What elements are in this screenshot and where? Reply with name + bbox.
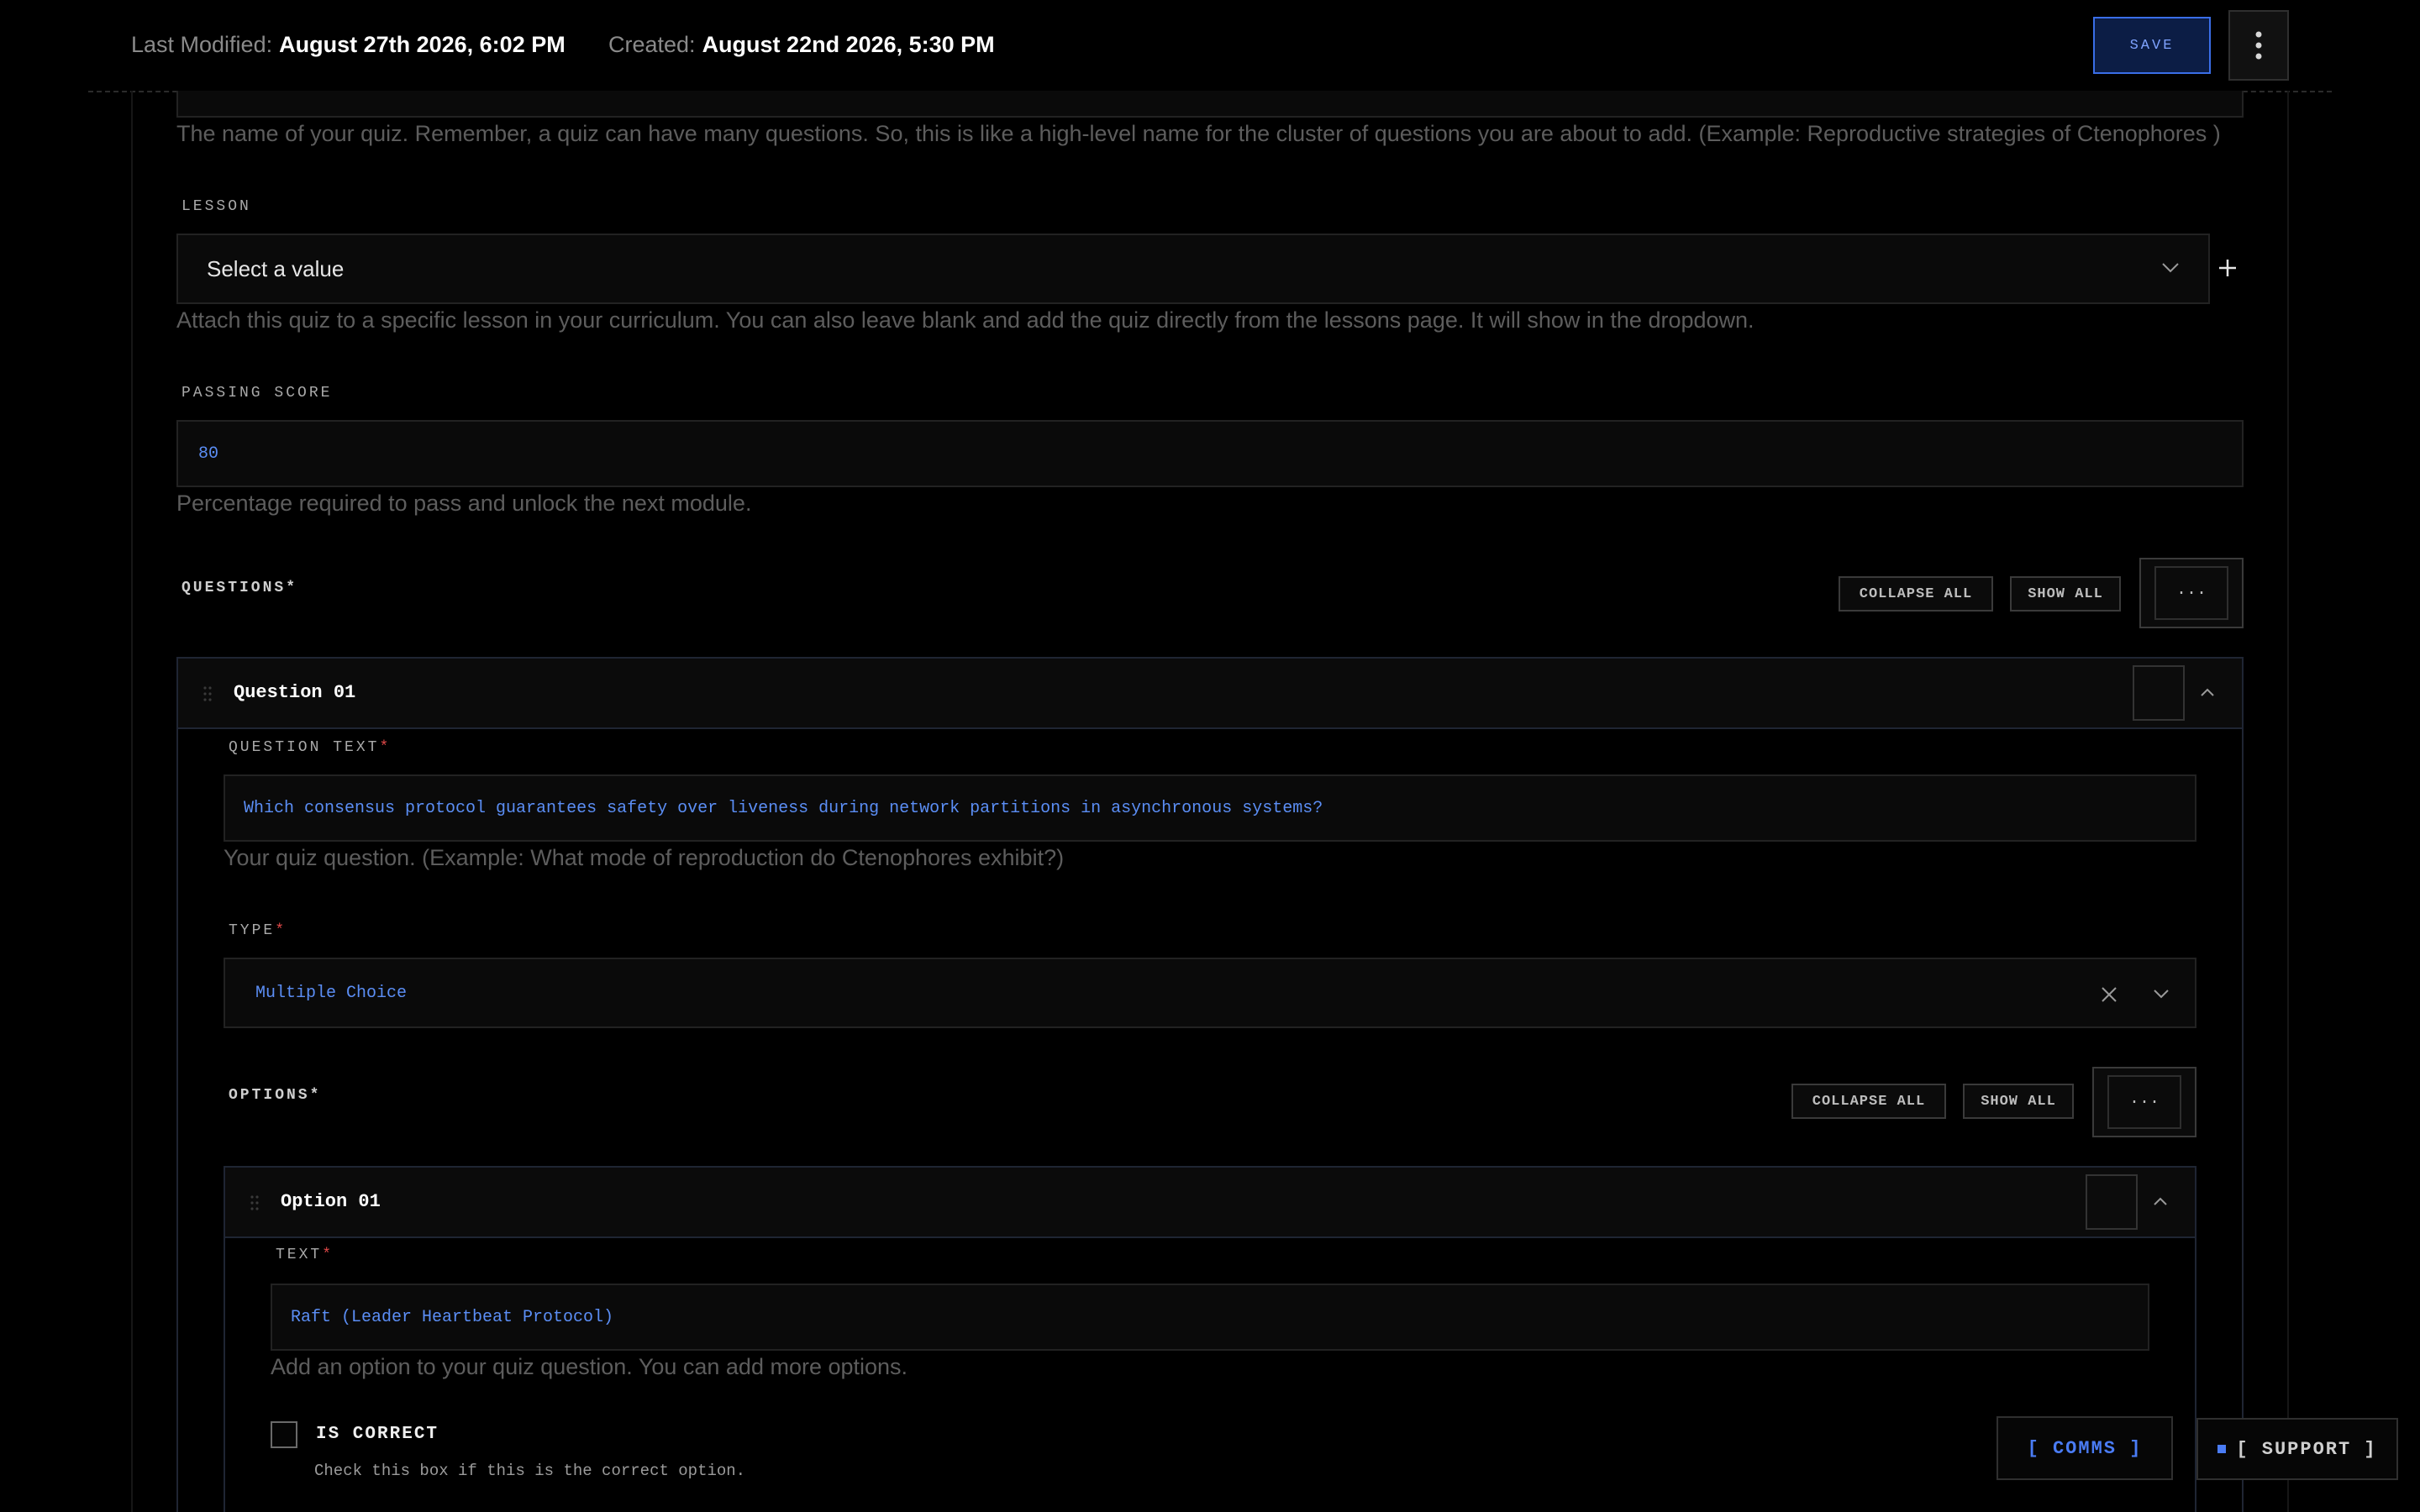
status-dot-icon	[2217, 1445, 2227, 1453]
drag-handle-icon[interactable]	[250, 1194, 259, 1211]
question-card-header[interactable]: Question 01	[176, 657, 2244, 729]
options-show-all-button[interactable]: SHOW ALL	[1963, 1084, 2074, 1119]
question-text-label: QUESTION TEXT*	[229, 739, 392, 756]
option-title: Option 01	[281, 1191, 381, 1212]
kebab-vertical-icon	[2255, 31, 2262, 60]
lesson-help: Attach this quiz to a specific lesson in…	[176, 307, 1754, 333]
last-modified-label: Last Modified:	[131, 32, 273, 57]
options-label: OPTIONS*	[229, 1087, 322, 1104]
option-text-label: TEXT*	[276, 1247, 334, 1263]
type-select[interactable]: Multiple Choice	[224, 958, 2196, 1028]
question-action-button[interactable]	[2133, 665, 2185, 721]
support-label: [ SUPPORT ]	[2236, 1438, 2377, 1460]
more-horizontal-icon: ···	[2107, 1075, 2181, 1129]
chevron-up-icon[interactable]	[2200, 687, 2215, 697]
question-text-value: Which consensus protocol guarantees safe…	[244, 798, 1323, 818]
clear-icon[interactable]	[2101, 986, 2118, 1003]
chevron-up-icon[interactable]	[2153, 1196, 2168, 1206]
is-correct-help: Check this box if this is the correct op…	[314, 1462, 746, 1480]
lesson-select-value: Select a value	[207, 255, 345, 281]
options-more-button[interactable]: ···	[2092, 1067, 2196, 1137]
options-collapse-all-button[interactable]: COLLAPSE ALL	[1791, 1084, 1946, 1119]
type-select-value: Multiple Choice	[255, 983, 408, 1003]
questions-more-button[interactable]: ···	[2139, 558, 2244, 628]
passing-score-help: Percentage required to pass and unlock t…	[176, 491, 752, 516]
drag-handle-icon[interactable]	[203, 685, 212, 702]
question-title: Question 01	[234, 682, 356, 703]
add-lesson-button[interactable]	[2213, 250, 2242, 286]
passing-score-input[interactable]: 80	[176, 420, 2244, 487]
created-value: August 22nd 2026, 5:30 PM	[702, 32, 995, 57]
chevron-down-icon[interactable]	[2153, 989, 2170, 999]
more-actions-button[interactable]	[2228, 10, 2289, 81]
save-button[interactable]: SAVE	[2093, 17, 2211, 74]
question-text-help: Your quiz question. (Example: What mode …	[224, 845, 1065, 870]
chevron-down-icon	[2162, 263, 2179, 273]
is-correct-label: IS CORRECT	[316, 1425, 439, 1444]
type-label: TYPE*	[229, 922, 287, 939]
option-text-value: Raft (Leader Heartbeat Protocol)	[291, 1307, 614, 1327]
plus-icon	[2219, 260, 2236, 276]
is-correct-checkbox[interactable]	[271, 1421, 297, 1448]
created-meta: Created: August 22nd 2026, 5:30 PM	[608, 32, 995, 58]
questions-label: QUESTIONS*	[182, 580, 298, 596]
last-modified-value: August 27th 2026, 6:02 PM	[279, 32, 566, 57]
questions-show-all-button[interactable]: SHOW ALL	[2010, 576, 2121, 612]
questions-collapse-all-button[interactable]: COLLAPSE ALL	[1839, 576, 1993, 612]
last-modified-meta: Last Modified: August 27th 2026, 6:02 PM	[131, 32, 566, 58]
quiz-name-help: The name of your quiz. Remember, a quiz …	[176, 121, 2221, 146]
lesson-select[interactable]: Select a value	[176, 234, 2210, 304]
option-card-header[interactable]: Option 01	[224, 1166, 2196, 1238]
created-label: Created:	[608, 32, 696, 57]
option-action-button[interactable]	[2086, 1174, 2138, 1230]
quiz-name-input[interactable]	[176, 91, 2244, 118]
passing-score-label: PASSING SCORE	[182, 385, 333, 402]
comms-button[interactable]: [ COMMS ]	[1996, 1416, 2173, 1480]
lesson-label: LESSON	[182, 198, 251, 215]
option-text-input[interactable]: Raft (Leader Heartbeat Protocol)	[271, 1284, 2149, 1351]
more-horizontal-icon: ···	[2154, 566, 2228, 620]
question-text-input[interactable]: Which consensus protocol guarantees safe…	[224, 774, 2196, 842]
option-text-help: Add an option to your quiz question. You…	[271, 1354, 908, 1379]
support-button[interactable]: [ SUPPORT ]	[2196, 1418, 2398, 1480]
passing-score-value: 80	[198, 444, 219, 464]
